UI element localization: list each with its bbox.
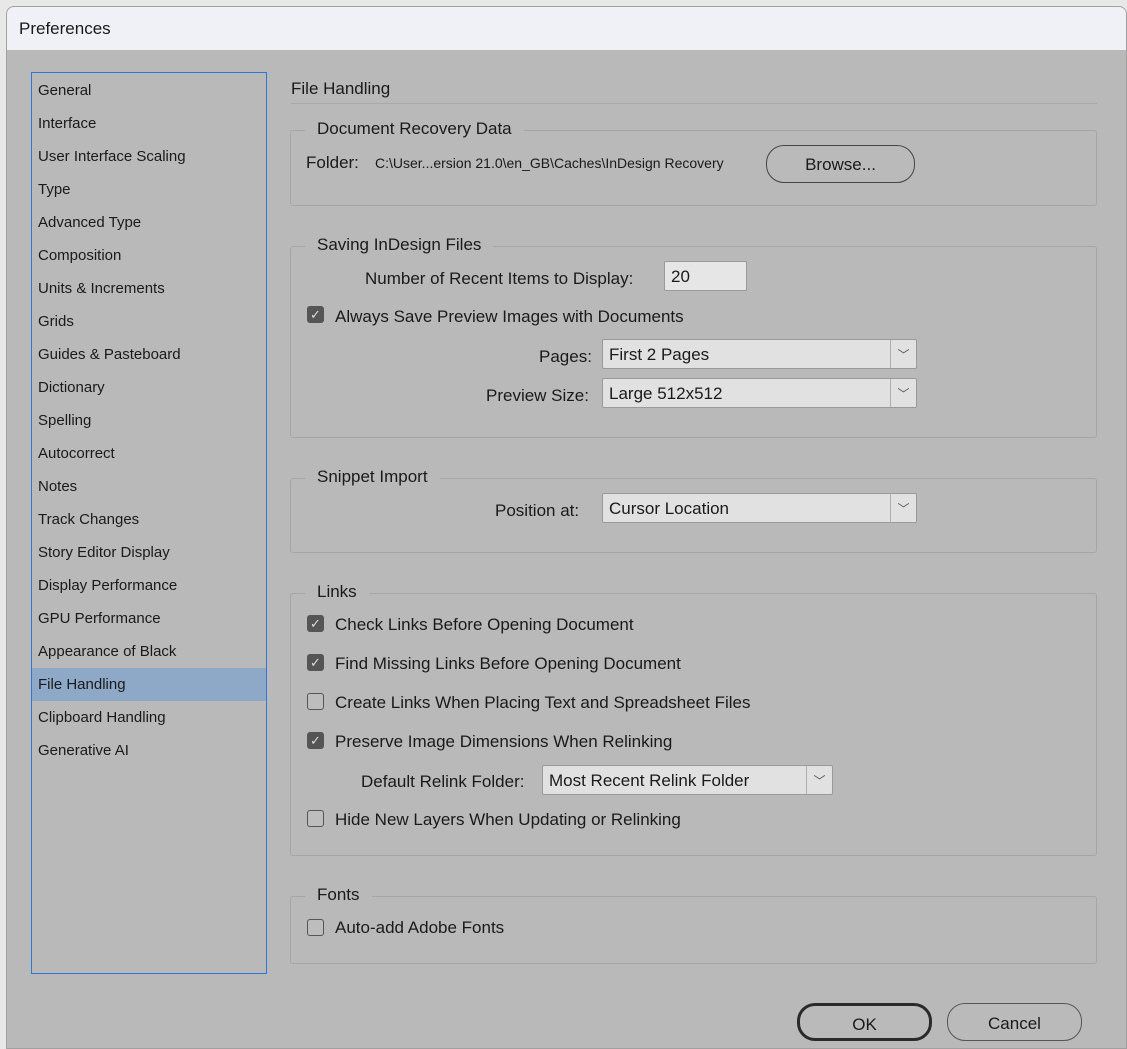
ok-button[interactable]: OK	[797, 1003, 932, 1041]
sidebar-item-spelling[interactable]: Spelling	[32, 404, 266, 437]
auto-add-fonts-checkbox[interactable]	[307, 919, 324, 936]
hide-new-layers-label: Hide New Layers When Updating or Relinki…	[335, 810, 681, 829]
sidebar-item-display-performance[interactable]: Display Performance	[32, 569, 266, 602]
pages-label: Pages:	[539, 347, 592, 366]
sidebar-item-user-interface-scaling[interactable]: User Interface Scaling	[32, 140, 266, 173]
legend: Fonts	[305, 885, 372, 905]
relink-folder-value: Most Recent Relink Folder	[549, 771, 750, 790]
folder-path: C:\User...ersion 21.0\en_GB\Caches\InDes…	[375, 155, 724, 171]
auto-add-fonts-label: Auto-add Adobe Fonts	[335, 918, 505, 937]
position-value: Cursor Location	[609, 499, 730, 518]
sidebar-item-appearance-of-black[interactable]: Appearance of Black	[32, 635, 266, 668]
hide-new-layers-checkbox[interactable]	[307, 810, 324, 827]
preserve-dimensions-label: Preserve Image Dimensions When Relinking	[335, 732, 673, 751]
sidebar-item-notes[interactable]: Notes	[32, 470, 266, 503]
preview-size-label: Preview Size:	[486, 386, 589, 405]
find-missing-links-checkbox[interactable]: ✓	[307, 654, 324, 671]
preserve-dimensions-checkbox[interactable]: ✓	[307, 732, 324, 749]
group-document-recovery: Document Recovery Data Folder: C:\User..…	[290, 119, 1097, 206]
pages-select[interactable]: First 2 Pages ﹀	[602, 339, 917, 369]
always-save-preview-label: Always Save Preview Images with Document…	[335, 307, 684, 326]
position-label: Position at:	[495, 501, 580, 520]
sidebar-item-units-increments[interactable]: Units & Increments	[32, 272, 266, 305]
recent-items-label: Number of Recent Items to Display:	[365, 269, 634, 288]
position-select[interactable]: Cursor Location ﹀	[602, 493, 917, 523]
preview-size-select[interactable]: Large 512x512 ﹀	[602, 378, 917, 408]
group-snippet-import: Snippet Import Position at: Cursor Locat…	[290, 467, 1097, 553]
sidebar-item-type[interactable]: Type	[32, 173, 266, 206]
check-links-checkbox[interactable]: ✓	[307, 615, 324, 632]
create-links-checkbox[interactable]	[307, 693, 324, 710]
sidebar-item-track-changes[interactable]: Track Changes	[32, 503, 266, 536]
sidebar-item-generative-ai[interactable]: Generative AI	[32, 734, 266, 767]
group-links: Links ✓ Check Links Before Opening Docum…	[290, 582, 1097, 856]
always-save-preview-checkbox[interactable]: ✓	[307, 306, 324, 323]
sidebar-item-story-editor-display[interactable]: Story Editor Display	[32, 536, 266, 569]
sidebar-item-general[interactable]: General	[32, 74, 266, 107]
browse-button[interactable]: Browse...	[766, 145, 915, 183]
chevron-down-icon: ﹀	[890, 379, 916, 407]
sidebar-item-gpu-performance[interactable]: GPU Performance	[32, 602, 266, 635]
create-links-label: Create Links When Placing Text and Sprea…	[335, 693, 751, 712]
legend: Document Recovery Data	[305, 119, 524, 139]
sidebar-item-clipboard-handling[interactable]: Clipboard Handling	[32, 701, 266, 734]
legend: Snippet Import	[305, 467, 440, 487]
sidebar-item-interface[interactable]: Interface	[32, 107, 266, 140]
divider	[291, 103, 1097, 104]
sidebar-item-autocorrect[interactable]: Autocorrect	[32, 437, 266, 470]
pages-value: First 2 Pages	[609, 345, 710, 364]
category-list[interactable]: General Interface User Interface Scaling Ty…	[31, 72, 267, 974]
legend: Saving InDesign Files	[305, 235, 494, 255]
sidebar-item-composition[interactable]: Composition	[32, 239, 266, 272]
group-fonts: Fonts Auto-add Adobe Fonts	[290, 885, 1097, 964]
chevron-down-icon: ﹀	[890, 494, 916, 522]
legend: Links	[305, 582, 369, 602]
chevron-down-icon: ﹀	[806, 766, 832, 794]
page-title: File Handling	[291, 79, 391, 98]
find-missing-links-label: Find Missing Links Before Opening Docume…	[335, 654, 681, 673]
relink-folder-label: Default Relink Folder:	[361, 772, 525, 791]
relink-folder-select[interactable]: Most Recent Relink Folder ﹀	[542, 765, 833, 795]
cancel-button[interactable]: Cancel	[947, 1003, 1082, 1041]
sidebar-item-dictionary[interactable]: Dictionary	[32, 371, 266, 404]
chevron-down-icon: ﹀	[890, 340, 916, 368]
sidebar-item-guides-pasteboard[interactable]: Guides & Pasteboard	[32, 338, 266, 371]
preview-size-value: Large 512x512	[609, 384, 723, 403]
sidebar-item-file-handling[interactable]: File Handling	[32, 668, 266, 701]
folder-label: Folder:	[306, 153, 359, 172]
sidebar-item-advanced-type[interactable]: Advanced Type	[32, 206, 266, 239]
preferences-dialog: Preferences General Interface User Interfa…	[6, 6, 1127, 1049]
title-bar: Preferences	[7, 7, 1126, 50]
group-saving-files: Saving InDesign Files Number of Recent I…	[290, 235, 1097, 438]
sidebar-item-grids[interactable]: Grids	[32, 305, 266, 338]
recent-items-input[interactable]: 20	[664, 261, 747, 291]
check-links-label: Check Links Before Opening Document	[335, 615, 634, 634]
